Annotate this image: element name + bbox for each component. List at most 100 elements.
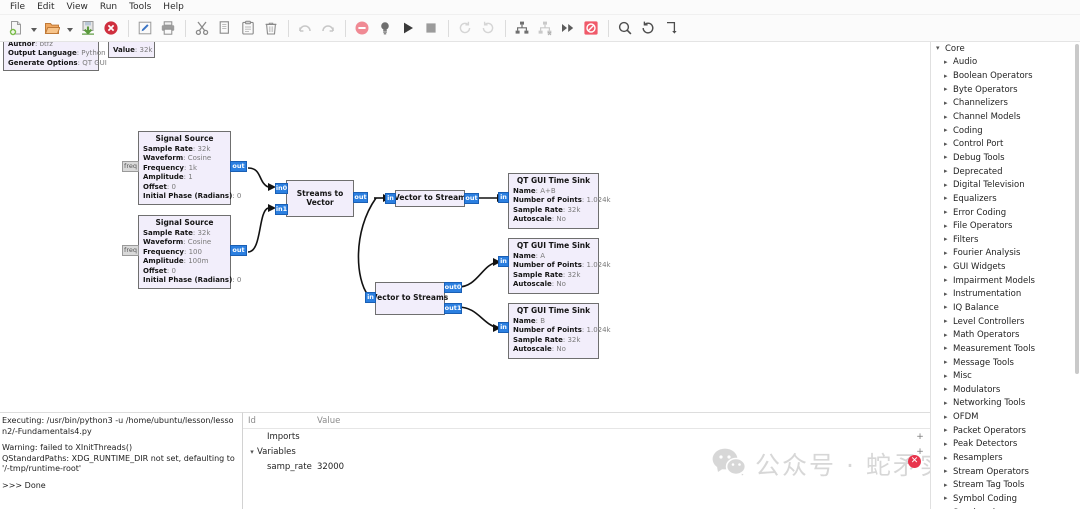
- block-tree-item-stream-tag-tools[interactable]: Stream Tag Tools: [931, 479, 1080, 493]
- close-circle-icon[interactable]: [100, 17, 122, 39]
- add-import-button[interactable]: +: [916, 432, 924, 441]
- new-file-dropdown-chevron-down-icon[interactable]: [28, 17, 39, 39]
- block-tree-item-modulators[interactable]: Modulators: [931, 383, 1080, 397]
- vector-to-streams-port-in[interactable]: in: [365, 292, 376, 303]
- tree-scrollbar[interactable]: [1074, 42, 1080, 509]
- stop-square-icon[interactable]: [420, 17, 442, 39]
- vector-to-streams-port-out1[interactable]: out1: [444, 303, 462, 314]
- menu-view[interactable]: View: [61, 0, 94, 15]
- chevron-right-icon[interactable]: [944, 482, 953, 489]
- block-tree-item-audio[interactable]: Audio: [931, 56, 1080, 70]
- disabled-red-icon[interactable]: [580, 17, 602, 39]
- signal-source-2-port-freq[interactable]: freq: [122, 245, 139, 256]
- menu-tools[interactable]: Tools: [123, 0, 157, 15]
- signal-source-1-block[interactable]: Signal Source Sample Rate: 32k Waveform:…: [138, 131, 241, 206]
- chevron-right-icon[interactable]: [944, 127, 953, 134]
- chevron-right-icon[interactable]: [944, 455, 953, 462]
- chevron-right-icon[interactable]: [944, 291, 953, 298]
- fast-forward-icon[interactable]: [557, 17, 579, 39]
- streams-to-vector-port-in1[interactable]: in1: [275, 204, 288, 215]
- chevron-right-icon[interactable]: [944, 141, 953, 148]
- streams-to-vector-block[interactable]: Streams to Vector: [286, 180, 354, 217]
- printer-icon[interactable]: [157, 17, 179, 39]
- chevron-right-icon[interactable]: [944, 373, 953, 380]
- block-tree-item-channel-models[interactable]: Channel Models: [931, 110, 1080, 124]
- save-disk-icon[interactable]: [77, 17, 99, 39]
- chevron-right-icon[interactable]: [944, 495, 953, 502]
- vector-to-streams-block[interactable]: Vector to Streams: [372, 282, 448, 315]
- block-library-tree[interactable]: Core Audio Boolean Operators Byte Operators…: [930, 42, 1080, 509]
- signal-source-2-port-out[interactable]: out: [230, 245, 247, 256]
- block-tree-item-error-coding[interactable]: Error Coding: [931, 206, 1080, 220]
- rotate-right-icon[interactable]: [477, 17, 499, 39]
- hierarchy-disable-icon[interactable]: [534, 17, 556, 39]
- chevron-right-icon[interactable]: [944, 100, 953, 107]
- block-tree-item-coding[interactable]: Coding: [931, 124, 1080, 138]
- block-tree-item-byte-operators[interactable]: Byte Operators: [931, 83, 1080, 97]
- chevron-right-icon[interactable]: [944, 86, 953, 93]
- copy-icon[interactable]: [214, 17, 236, 39]
- tree-scrollbar-thumb[interactable]: [1075, 44, 1079, 374]
- pencil-icon[interactable]: [134, 17, 156, 39]
- chevron-down-icon[interactable]: [936, 45, 945, 52]
- block-tree-item-iq-balance[interactable]: IQ Balance: [931, 301, 1080, 315]
- hierarchy-enable-icon[interactable]: [511, 17, 533, 39]
- block-tree-item-digital-television[interactable]: Digital Television: [931, 178, 1080, 192]
- signal-source-1-port-out[interactable]: out: [230, 161, 247, 172]
- block-tree-item-impairment-models[interactable]: Impairment Models: [931, 274, 1080, 288]
- block-tree-item-channelizers[interactable]: Channelizers: [931, 97, 1080, 111]
- new-file-icon[interactable]: [5, 17, 27, 39]
- menu-file[interactable]: File: [4, 0, 31, 15]
- block-tree-item-fourier-analysis[interactable]: Fourier Analysis: [931, 247, 1080, 261]
- chevron-right-icon[interactable]: [944, 386, 953, 393]
- flowgraph-canvas[interactable]: Author: btfz Output Language: Python Gen…: [0, 42, 930, 412]
- chevron-right-icon[interactable]: [944, 236, 953, 243]
- block-tree-item-control-port[interactable]: Control Port: [931, 137, 1080, 151]
- variable-block[interactable]: Value: 32k: [108, 42, 155, 59]
- menu-edit[interactable]: Edit: [31, 0, 60, 15]
- vector-to-stream-block[interactable]: Vector to Stream: [394, 190, 466, 207]
- play-triangle-icon[interactable]: [397, 17, 419, 39]
- error-minus-circle-icon[interactable]: [351, 17, 373, 39]
- chevron-right-icon[interactable]: [944, 59, 953, 66]
- signal-source-2-block[interactable]: Signal Source Sample Rate: 32k Waveform:…: [138, 215, 241, 290]
- block-tree-item-file-operators[interactable]: File Operators: [931, 219, 1080, 233]
- chevron-right-icon[interactable]: [944, 345, 953, 352]
- chevron-right-icon[interactable]: [944, 359, 953, 366]
- block-tree-item-symbol-coding[interactable]: Symbol Coding: [931, 492, 1080, 506]
- block-tree-item-peak-detectors[interactable]: Peak Detectors: [931, 438, 1080, 452]
- signal-source-1-port-freq[interactable]: freq: [122, 161, 139, 172]
- qt-gui-time-sink-a-block[interactable]: QT GUI Time Sink Name: A Number of Point…: [508, 238, 611, 294]
- variables-row-imports[interactable]: Imports +: [243, 429, 930, 444]
- block-tree-item-measurement-tools[interactable]: Measurement Tools: [931, 342, 1080, 356]
- streams-to-vector-port-in0[interactable]: in0: [275, 183, 288, 194]
- chevron-right-icon[interactable]: [944, 441, 953, 448]
- trash-icon[interactable]: [260, 17, 282, 39]
- rotate-left-icon[interactable]: [454, 17, 476, 39]
- menu-run[interactable]: Run: [94, 0, 123, 15]
- chevron-right-icon[interactable]: [944, 154, 953, 161]
- open-recent-dropdown-chevron-down-icon[interactable]: [64, 17, 75, 39]
- block-tree-item-networking-tools[interactable]: Networking Tools: [931, 397, 1080, 411]
- qt-gui-time-sink-b-port-in[interactable]: in: [498, 322, 509, 333]
- block-tree-item-debug-tools[interactable]: Debug Tools: [931, 151, 1080, 165]
- block-tree-item-filters[interactable]: Filters: [931, 233, 1080, 247]
- streams-to-vector-port-out[interactable]: out: [353, 192, 368, 203]
- watermark-close-badge-icon[interactable]: ✕: [908, 455, 921, 468]
- chevron-right-icon[interactable]: [944, 414, 953, 421]
- qt-gui-time-sink-b-block[interactable]: QT GUI Time Sink Name: B Number of Point…: [508, 303, 611, 359]
- reload-circle-icon[interactable]: [637, 17, 659, 39]
- block-tree-item-resamplers[interactable]: Resamplers: [931, 451, 1080, 465]
- chevron-down-icon[interactable]: ▾: [247, 448, 257, 456]
- console-output-panel[interactable]: Executing: /usr/bin/python3 -u /home/ubu…: [0, 412, 243, 509]
- undo-arrow-icon[interactable]: [294, 17, 316, 39]
- variables-row-samp-rate[interactable]: samp_rate 32000: [243, 459, 930, 474]
- chevron-right-icon[interactable]: [944, 195, 953, 202]
- generate-arrow-icon[interactable]: [660, 17, 682, 39]
- chevron-right-icon[interactable]: [944, 250, 953, 257]
- block-tree-item-ofdm[interactable]: OFDM: [931, 410, 1080, 424]
- block-tree-item-deprecated[interactable]: Deprecated: [931, 165, 1080, 179]
- options-block[interactable]: Author: btfz Output Language: Python Gen…: [3, 42, 107, 72]
- block-tree-item-boolean-operators[interactable]: Boolean Operators: [931, 69, 1080, 83]
- open-folder-icon[interactable]: [41, 17, 63, 39]
